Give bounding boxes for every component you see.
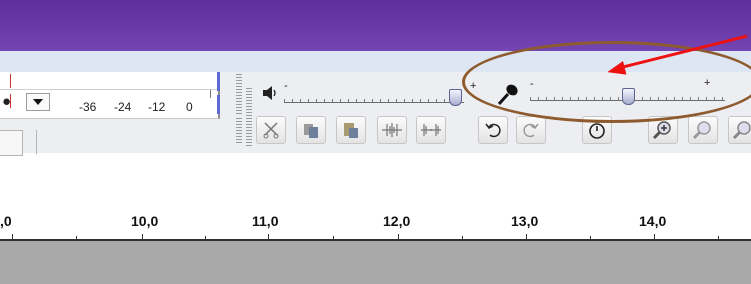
ruler-tick-label: ,0 bbox=[0, 213, 12, 229]
zoom-out-button[interactable] bbox=[688, 116, 718, 144]
toolbar-grip[interactable] bbox=[236, 74, 242, 116]
zoom-fit-icon bbox=[732, 121, 751, 140]
meter-divider bbox=[0, 89, 218, 90]
cut-button[interactable] bbox=[256, 116, 286, 144]
meter-scale-label: -12 bbox=[148, 100, 166, 114]
annotation-highlight-oval bbox=[462, 41, 751, 123]
meter-scale-label: -36 bbox=[79, 100, 97, 114]
redo-icon bbox=[523, 123, 539, 138]
meter-scale-label: -24 bbox=[114, 100, 132, 114]
ruler-corner-box bbox=[0, 130, 23, 156]
redo-button[interactable] bbox=[516, 116, 546, 144]
meter-scale-label: 0 bbox=[186, 100, 193, 114]
meter-peak-left bbox=[217, 72, 220, 91]
silence-icon bbox=[421, 124, 441, 136]
playback-volume-slider-thumb[interactable] bbox=[449, 89, 462, 106]
meter-left-channel bbox=[10, 74, 11, 88]
trim-icon bbox=[382, 123, 402, 137]
playback-volume-track[interactable] bbox=[284, 102, 464, 103]
playback-volume-min: - bbox=[284, 80, 288, 92]
cut-icon bbox=[263, 122, 279, 139]
silence-button[interactable] bbox=[416, 116, 446, 144]
toolbar-grip[interactable] bbox=[246, 88, 252, 146]
speaker-icon bbox=[261, 85, 279, 106]
meter-mic-icon[interactable]: ● bbox=[2, 93, 11, 110]
copy-icon bbox=[304, 124, 318, 138]
toolbar-grip[interactable] bbox=[236, 118, 242, 144]
ruler-tick-label: 10,0 bbox=[131, 213, 159, 229]
ruler-tick-label: 12,0 bbox=[383, 213, 411, 229]
ruler-tick-label: 11,0 bbox=[252, 213, 279, 229]
zoom-in-icon bbox=[652, 121, 671, 140]
zoom-fit-button[interactable] bbox=[728, 116, 751, 144]
ruler-tick-label: 13,0 bbox=[511, 213, 539, 229]
paste-button[interactable] bbox=[336, 116, 366, 144]
zoom-out-icon bbox=[692, 121, 711, 140]
trim-button[interactable] bbox=[377, 116, 407, 144]
meter-tick bbox=[210, 90, 219, 98]
meter-dropdown-button[interactable] bbox=[26, 93, 50, 111]
timer-icon bbox=[589, 121, 605, 139]
undo-icon bbox=[485, 123, 501, 138]
copy-button[interactable] bbox=[296, 116, 326, 144]
undo-button[interactable] bbox=[478, 116, 508, 144]
playback-volume-ticks bbox=[284, 99, 464, 102]
ruler-divider bbox=[36, 130, 37, 154]
paste-icon bbox=[344, 123, 358, 138]
ruler-tick-label: 14,0 bbox=[639, 213, 667, 229]
track-area[interactable] bbox=[0, 241, 751, 284]
